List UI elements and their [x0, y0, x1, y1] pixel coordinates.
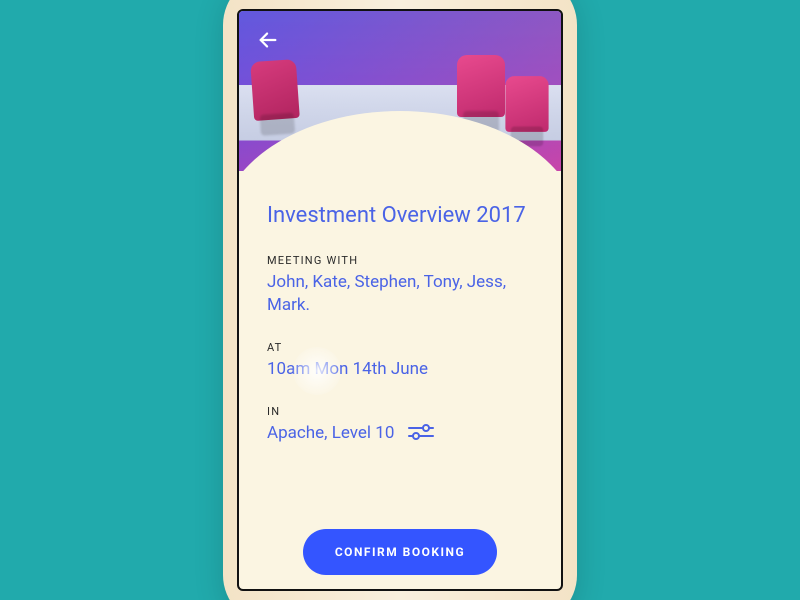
confirm-wrap: CONFIRM BOOKING [239, 529, 561, 575]
value-meeting-with: John, Kate, Stephen, Tony, Jess, Mark. [267, 271, 507, 317]
app-stage: Investment Overview 2017 MEETING WITH Jo… [0, 0, 800, 600]
label-at: AT [267, 341, 533, 354]
phone-frame: Investment Overview 2017 MEETING WITH Jo… [223, 0, 577, 600]
label-in: IN [267, 405, 533, 418]
hero-chair-illustration [505, 76, 548, 132]
phone-screen: Investment Overview 2017 MEETING WITH Jo… [237, 9, 563, 591]
confirm-booking-button[interactable]: CONFIRM BOOKING [303, 529, 497, 575]
hero-chair-illustration [250, 59, 300, 121]
booking-details: Investment Overview 2017 MEETING WITH Jo… [239, 171, 561, 446]
label-meeting-with: MEETING WITH [267, 254, 533, 267]
back-button[interactable] [253, 25, 283, 55]
sliders-icon [408, 422, 434, 442]
arrow-left-icon [257, 29, 279, 51]
value-in: Apache, Level 10 [267, 422, 394, 445]
room-settings-button[interactable] [408, 422, 434, 446]
hero-chair-illustration [457, 55, 505, 117]
hero-image [239, 11, 561, 171]
value-at: 10am Mon 14th June [267, 358, 507, 381]
meeting-title: Investment Overview 2017 [267, 203, 533, 228]
